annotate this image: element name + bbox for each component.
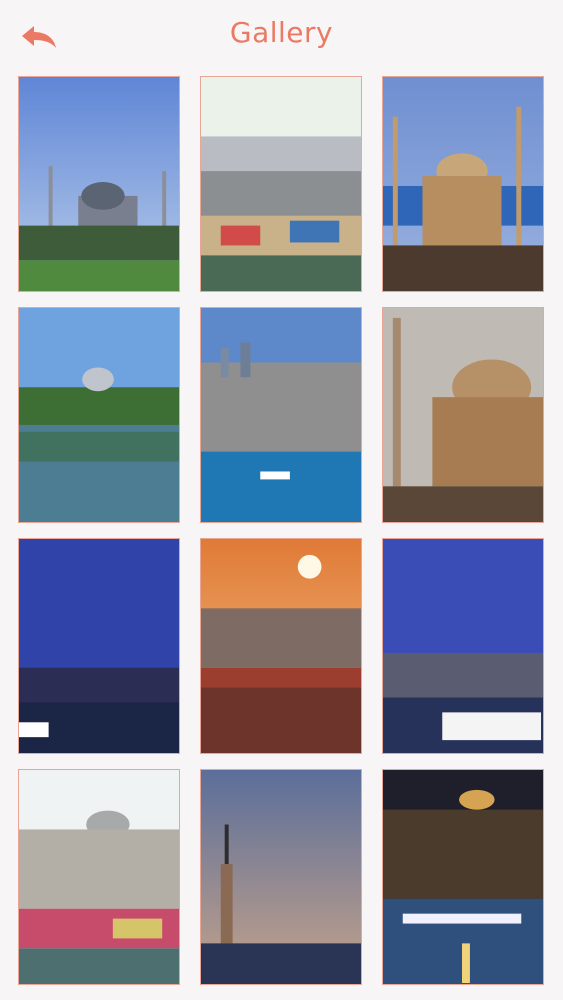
gallery-photo-harbor-boats[interactable]: [200, 76, 362, 292]
gallery-photo-city-sunset-rooftops[interactable]: [200, 538, 362, 754]
gallery-photo-mosque-harbor[interactable]: [18, 769, 180, 985]
gallery-photo-night-bridge[interactable]: [18, 538, 180, 754]
gallery-photo-maidens-tower[interactable]: [200, 769, 362, 985]
page-title: Gallery: [229, 16, 334, 49]
gallery-photo-blue-mosque[interactable]: [382, 76, 544, 292]
gallery-photo-hagia-sophia[interactable]: [18, 76, 180, 292]
gallery-photo-bosphorus-skyline[interactable]: [200, 307, 362, 523]
app-header: Gallery: [0, 0, 563, 70]
gallery-photo-galata-tower-night[interactable]: [382, 538, 544, 754]
gallery-photo-mosque-reflection[interactable]: [18, 307, 180, 523]
gallery-photo-mosque-dome-sunset[interactable]: [382, 307, 544, 523]
gallery-photo-city-night-lights[interactable]: [382, 769, 544, 985]
